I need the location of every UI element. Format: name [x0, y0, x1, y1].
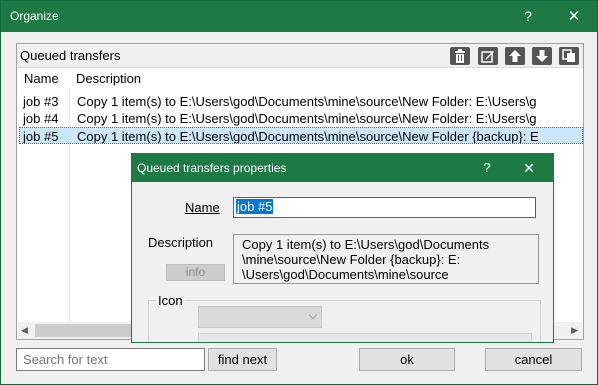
- table-row[interactable]: job #4 Copy 1 item(s) to E:\Users\god\Do…: [20, 110, 582, 127]
- name-value: job #5: [236, 199, 274, 214]
- description-line: \mine\source\New Folder {backup}: E:: [242, 252, 461, 267]
- scroll-left-icon[interactable]: ◀: [21, 325, 28, 336]
- dialog-title-bar: Queued transfers properties ? ✕: [132, 154, 553, 182]
- row-description: Copy 1 item(s) to E:\Users\god\Documents…: [77, 94, 537, 109]
- description-line: Copy 1 item(s) to E:\Users\god\Documents: [242, 237, 490, 252]
- name-label: Name: [185, 200, 220, 215]
- row-name: job #4: [23, 111, 59, 126]
- row-name: job #5: [23, 129, 59, 144]
- row-description: Copy 1 item(s) to E:\Users\god\Documents…: [77, 111, 537, 126]
- move-down-icon[interactable]: [532, 47, 552, 65]
- row-description: Copy 1 item(s) to E:\Users\god\Documents…: [77, 129, 539, 144]
- icon-label: Icon: [156, 293, 185, 308]
- dialog-title: Queued transfers properties: [137, 161, 287, 175]
- chevron-down-icon: [308, 310, 318, 320]
- scrollbar-thumb[interactable]: [35, 324, 131, 337]
- column-header-description[interactable]: Description: [76, 71, 141, 86]
- table-row[interactable]: job #3 Copy 1 item(s) to E:\Users\god\Do…: [20, 93, 582, 110]
- properties-dialog: Queued transfers properties ? ✕ Name job…: [131, 153, 554, 343]
- info-button[interactable]: info: [166, 264, 225, 281]
- panel-title: Queued transfers: [20, 48, 121, 63]
- description-label: Description: [148, 235, 214, 250]
- table-row-selected[interactable]: job #5 Copy 1 item(s) to E:\Users\god\Do…: [19, 127, 583, 144]
- title-bar: Organize ? ✕: [1, 1, 597, 32]
- panel-header: Queued transfers: [17, 44, 583, 68]
- icon-select[interactable]: [198, 306, 322, 328]
- column-header-name[interactable]: Name: [24, 71, 59, 86]
- find-next-button[interactable]: find next: [208, 348, 277, 371]
- description-box: Copy 1 item(s) to E:\Users\god\Documents…: [233, 234, 539, 284]
- row-name: job #3: [23, 94, 59, 109]
- organize-window: Organize ? ✕ Queued transfers Name Descr…: [0, 0, 598, 385]
- description-line: \Users\god\Documents\mine\source: [242, 267, 449, 282]
- search-input[interactable]: [16, 348, 205, 371]
- scroll-right-icon[interactable]: ▶: [571, 325, 578, 336]
- move-up-icon[interactable]: [505, 47, 525, 65]
- window-title: Organize: [10, 9, 59, 23]
- edit-icon[interactable]: [478, 47, 498, 65]
- ok-button[interactable]: ok: [359, 348, 455, 371]
- name-field[interactable]: job #5: [233, 197, 536, 218]
- help-button[interactable]: ?: [505, 1, 551, 32]
- delete-icon[interactable]: [450, 47, 470, 65]
- icon-preview-strip: [198, 333, 532, 342]
- dialog-help-button[interactable]: ?: [472, 154, 502, 182]
- close-button[interactable]: ✕: [551, 1, 597, 32]
- dialog-close-button[interactable]: ✕: [509, 154, 549, 182]
- duplicate-icon[interactable]: [559, 47, 579, 65]
- cancel-button[interactable]: cancel: [485, 348, 582, 371]
